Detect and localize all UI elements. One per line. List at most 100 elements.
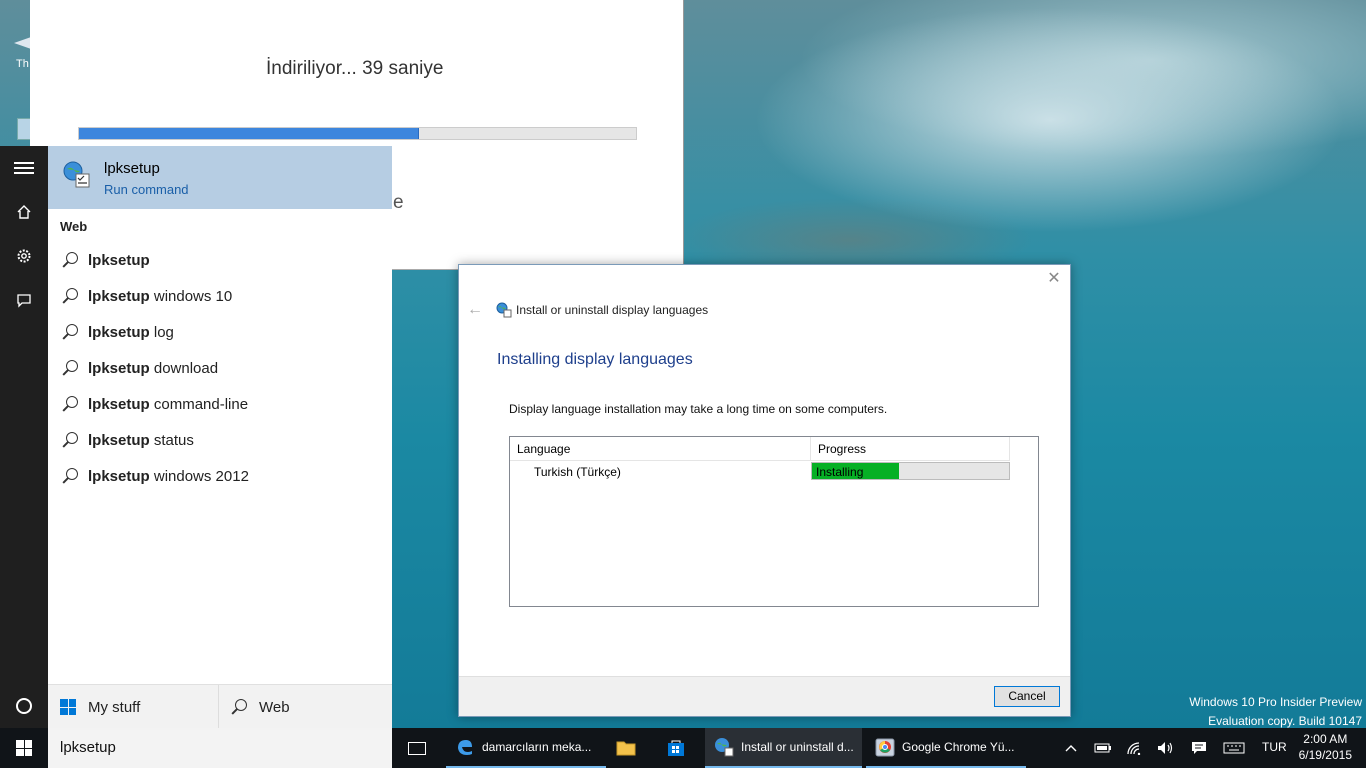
web-suggestion-label: lpksetup command-line — [88, 395, 249, 413]
taskbar-search-box[interactable]: lpksetup — [48, 728, 392, 768]
search-icon — [62, 468, 78, 484]
web-suggestion-item[interactable]: lpksetup status — [48, 422, 392, 458]
taskbar-item-chrome-setup[interactable]: Google Chrome Yü... — [866, 728, 1026, 768]
web-suggestion-label: lpksetup windows 2012 — [88, 467, 249, 485]
install-progress-bar: Installing — [811, 462, 1010, 480]
input-language-indicator[interactable]: TUR — [1262, 740, 1287, 754]
dialog-description: Display language installation may take a… — [509, 402, 888, 416]
taskbar-item-label: Google Chrome Yü... — [902, 740, 1015, 754]
search-scope-bar: My stuff Web — [48, 684, 392, 729]
battery-button[interactable] — [1092, 728, 1114, 768]
start-button[interactable] — [0, 728, 48, 768]
watermark-line-edition: Windows 10 Pro Insider Preview — [1189, 695, 1362, 709]
task-view-button[interactable] — [402, 728, 432, 768]
my-stuff-button[interactable]: My stuff — [48, 685, 219, 729]
dialog-footer: Cancel — [459, 676, 1070, 716]
menu-button[interactable] — [0, 146, 48, 190]
cortana-button[interactable] — [0, 684, 48, 728]
chevron-up-icon — [1065, 745, 1077, 752]
task-view-icon — [408, 741, 426, 755]
network-button[interactable] — [1124, 728, 1146, 768]
my-stuff-label: My stuff — [88, 698, 141, 716]
web-suggestion-item[interactable]: lpksetup — [48, 242, 392, 278]
web-suggestion-label: lpksetup log — [88, 323, 174, 341]
web-suggestion-label: lpksetup — [88, 251, 150, 269]
web-section-header: Web — [60, 219, 88, 234]
taskbar-item-store[interactable] — [660, 728, 692, 768]
back-arrow-icon[interactable]: ← — [467, 301, 483, 319]
desktop-shortcut-label: Th — [16, 58, 29, 70]
globe-icon — [713, 736, 735, 758]
search-icon — [62, 360, 78, 376]
web-suggestion-label: lpksetup status — [88, 431, 194, 449]
web-suggestion-item[interactable]: lpksetup command-line — [48, 386, 392, 422]
gear-icon — [17, 249, 31, 263]
dialog-heading: Installing display languages — [497, 351, 693, 368]
clock-time: 2:00 AM — [1303, 732, 1348, 746]
wifi-icon — [1127, 742, 1141, 755]
search-icon — [231, 699, 247, 715]
home-button[interactable] — [0, 190, 48, 234]
search-results-panel: lpksetup Run command Web lpksetup lpksetu… — [48, 146, 392, 684]
search-icon — [62, 252, 78, 268]
taskbar: lpksetup damarcıların meka... Install or… — [0, 728, 1366, 768]
action-center-button[interactable] — [1188, 728, 1210, 768]
best-match-title: lpksetup — [104, 160, 160, 177]
web-suggestion-item[interactable]: lpksetup download — [48, 350, 392, 386]
column-header-progress[interactable]: Progress — [811, 437, 1010, 461]
cortana-icon — [16, 698, 32, 714]
web-suggestion-label: lpksetup windows 10 — [88, 287, 233, 305]
battery-icon — [1094, 743, 1111, 753]
taskbar-item-label: Install or uninstall d... — [741, 740, 854, 754]
clock-date: 6/19/2015 — [1298, 748, 1352, 762]
dialog-nav-title: Install or uninstall display languages — [516, 303, 709, 317]
taskbar-item-label: damarcıların meka... — [482, 740, 592, 754]
volume-button[interactable] — [1155, 728, 1177, 768]
web-suggestion-item[interactable]: lpksetup log — [48, 314, 392, 350]
best-match-result[interactable]: lpksetup Run command — [48, 146, 392, 209]
download-status-text: İndiriliyor... 39 saniye — [266, 58, 444, 79]
cancel-button[interactable]: Cancel — [994, 686, 1060, 707]
build-watermark: Windows 10 Pro Insider Preview Evaluatio… — [1189, 693, 1362, 731]
web-suggestion-item[interactable]: lpksetup windows 2012 — [48, 458, 392, 494]
feedback-icon — [17, 294, 31, 308]
edge-icon — [454, 736, 476, 758]
globe-checklist-icon — [63, 161, 90, 188]
folder-icon — [616, 741, 636, 756]
notification-icon — [1192, 742, 1206, 754]
search-icon — [62, 288, 78, 304]
globe-icon — [496, 302, 512, 318]
system-clock[interactable]: 2:00 AM 6/19/2015 — [1299, 731, 1352, 763]
settings-button[interactable] — [0, 234, 48, 278]
search-icon — [62, 396, 78, 412]
install-languages-dialog: ✕ ← Install or uninstall display languag… — [458, 264, 1071, 717]
download-progress-bar — [78, 127, 637, 140]
web-search-button[interactable]: Web — [219, 685, 392, 729]
column-header-language[interactable]: Language — [510, 437, 811, 461]
search-icon — [62, 324, 78, 340]
best-match-subtitle: Run command — [104, 182, 189, 197]
touch-keyboard-button[interactable] — [1220, 728, 1248, 768]
search-icon — [62, 432, 78, 448]
start-left-rail — [0, 146, 48, 728]
speaker-icon — [1158, 742, 1173, 754]
taskbar-item-file-explorer[interactable] — [610, 728, 642, 768]
language-progress-table: Language Progress Turkish (Türkçe) Insta… — [509, 436, 1039, 607]
keyboard-icon — [1223, 742, 1245, 754]
web-suggestion-label: lpksetup download — [88, 359, 219, 377]
chrome-setup-icon — [874, 736, 896, 758]
install-status-text: Installing — [816, 465, 864, 479]
store-partial-text: e — [393, 192, 404, 213]
feedback-button[interactable] — [0, 278, 48, 322]
windows-logo-icon — [60, 699, 76, 715]
close-icon[interactable]: ✕ — [1046, 271, 1062, 287]
taskbar-item-language-dialog[interactable]: Install or uninstall d... — [705, 728, 862, 768]
store-icon — [668, 740, 684, 756]
web-suggestion-item[interactable]: lpksetup windows 10 — [48, 278, 392, 314]
windows-logo-icon — [16, 740, 32, 756]
download-progress-fill — [79, 128, 419, 139]
taskbar-item-edge[interactable]: damarcıların meka... — [446, 728, 606, 768]
show-hidden-icons-button[interactable] — [1060, 728, 1082, 768]
home-icon — [17, 205, 31, 219]
language-name-cell: Turkish (Türkçe) — [534, 465, 621, 479]
